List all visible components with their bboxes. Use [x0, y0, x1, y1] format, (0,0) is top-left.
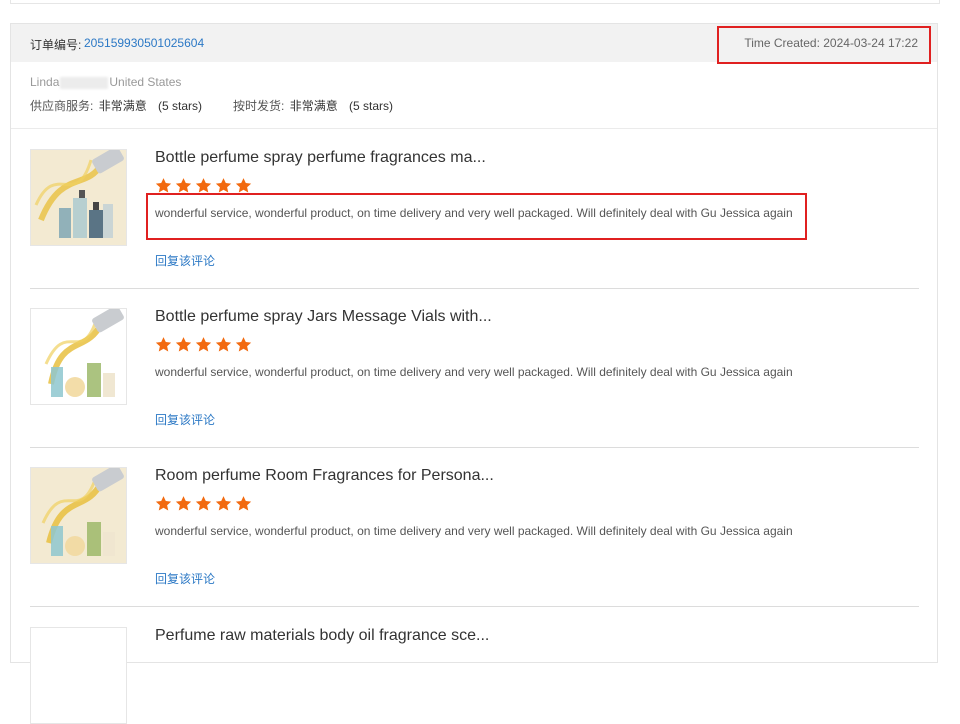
reply-review-link[interactable]: 回复该评论 [155, 411, 215, 428]
review-divider [30, 447, 919, 448]
rating-value: 非常满意 [289, 99, 338, 113]
product-title-link[interactable]: Perfume raw materials body oil fragrance… [155, 627, 489, 645]
product-title-link[interactable]: Bottle perfume spray perfume fragrances … [155, 149, 486, 167]
ontime-shipping-rating: 按时发货: 非常满意 (5 stars) [233, 97, 393, 114]
supplier-service-rating: 供应商服务: 非常满意 (5 stars) [30, 97, 202, 114]
review-text: wonderful service, wonderful product, on… [155, 365, 793, 379]
star-icon [215, 496, 232, 511]
star-icon [155, 337, 172, 352]
star-icon [235, 337, 252, 352]
star-icon [175, 337, 192, 352]
review-text-highlight [146, 193, 807, 240]
star-icon [195, 178, 212, 193]
rating-label: 按时发货: [233, 99, 285, 113]
product-title-link[interactable]: Room perfume Room Fragrances for Persona… [155, 467, 494, 485]
header-divider [11, 128, 937, 129]
star-icon [215, 178, 232, 193]
reply-review-link[interactable]: 回复该评论 [155, 252, 215, 269]
product-thumbnail[interactable] [30, 308, 127, 405]
review-item: Perfume raw materials body oil fragrance… [30, 627, 919, 724]
buyer-info: Linda United States [30, 75, 181, 89]
product-thumbnail[interactable] [30, 467, 127, 564]
star-icon [175, 178, 192, 193]
redacted-name-blur [60, 76, 109, 89]
rating-value: 非常满意 [98, 99, 147, 113]
review-divider [30, 288, 919, 289]
star-icon [195, 496, 212, 511]
perfume-bottles-image [31, 309, 126, 404]
perfume-bottles-image [31, 628, 126, 723]
product-thumbnail[interactable] [30, 627, 127, 724]
star-icon [235, 178, 252, 193]
order-review-card: 订单编号: 205159930501025604 Time Created: 2… [10, 23, 938, 724]
star-rating [155, 336, 252, 354]
star-icon [195, 337, 212, 352]
rating-stars-text: (5 stars) [158, 99, 203, 113]
perfume-bottles-image [31, 468, 126, 563]
previous-card-edge [10, 0, 940, 4]
review-divider [30, 606, 919, 607]
star-icon [235, 496, 252, 511]
reply-review-link[interactable]: 回复该评论 [155, 570, 215, 587]
buyer-name: Linda [30, 75, 60, 89]
star-icon [155, 178, 172, 193]
star-rating [155, 495, 252, 513]
rating-label: 供应商服务: [30, 99, 94, 113]
rating-stars-text: (5 stars) [349, 99, 394, 113]
order-number-label: 订单编号: [30, 38, 82, 52]
star-icon [215, 337, 232, 352]
buyer-country: United States [109, 75, 182, 89]
perfume-bottles-image [31, 150, 126, 245]
product-title-link[interactable]: Bottle perfume spray Jars Message Vials … [155, 308, 492, 326]
review-item: Bottle perfume spray Jars Message Vials … [30, 308, 919, 468]
review-item: Room perfume Room Fragrances for Persona… [30, 467, 919, 627]
star-icon [155, 496, 172, 511]
order-number-link[interactable]: 205159930501025604 [84, 36, 204, 50]
time-created-highlight [717, 26, 931, 64]
star-icon [175, 496, 192, 511]
product-thumbnail[interactable] [30, 149, 127, 246]
review-text: wonderful service, wonderful product, on… [155, 524, 793, 538]
